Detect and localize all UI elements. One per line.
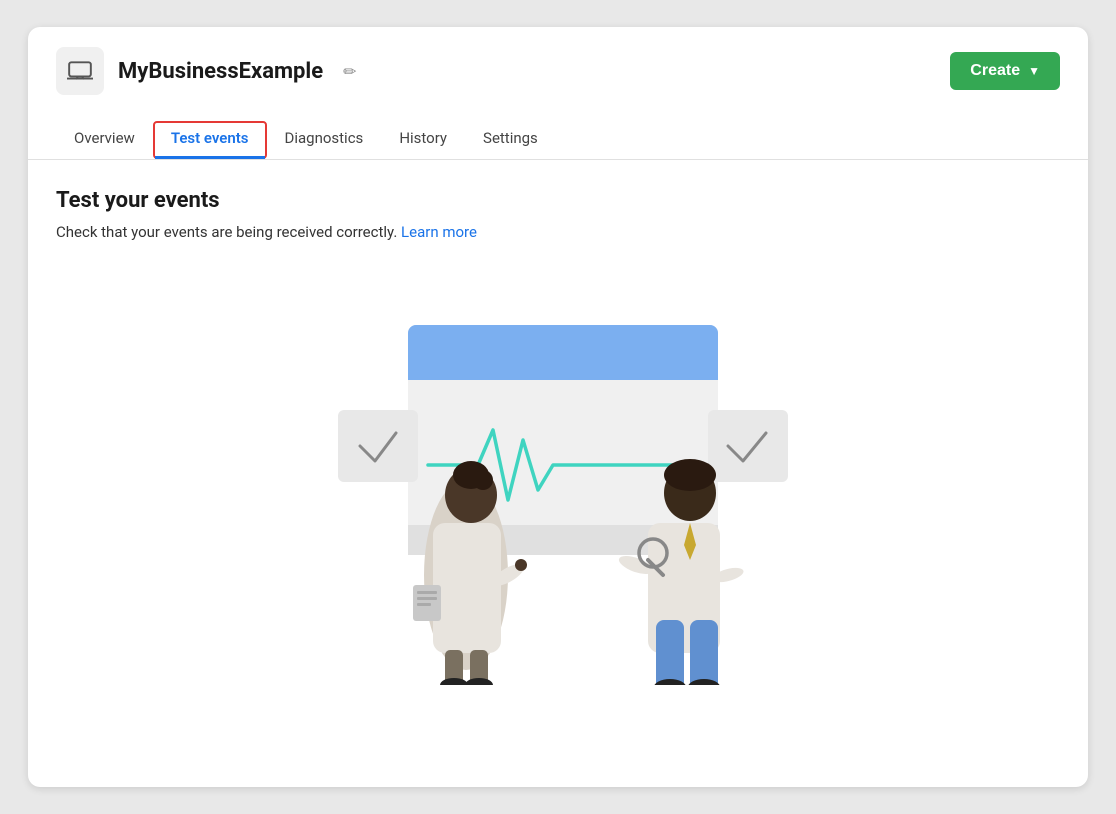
tab-overview[interactable]: Overview <box>56 121 153 159</box>
main-content: Test your events Check that your events … <box>28 160 1088 685</box>
app-name: MyBusinessExample <box>118 59 323 84</box>
page-subtitle: Check that your events are being receive… <box>56 223 1060 241</box>
page-title: Test your events <box>56 188 1060 213</box>
tab-history[interactable]: History <box>381 121 465 159</box>
nav-tabs: Overview Test events Diagnostics History… <box>28 105 1088 160</box>
create-button[interactable]: Create ▼ <box>950 52 1060 90</box>
create-button-label: Create <box>970 62 1020 80</box>
edit-icon[interactable]: ✏ <box>343 62 356 81</box>
tab-settings[interactable]: Settings <box>465 121 556 159</box>
main-card: MyBusinessExample ✏ Create ▼ Overview Te… <box>28 27 1088 787</box>
header-left: MyBusinessExample ✏ <box>56 47 357 95</box>
tab-diagnostics[interactable]: Diagnostics <box>267 121 382 159</box>
learn-more-link[interactable]: Learn more <box>401 223 477 241</box>
app-icon <box>56 47 104 95</box>
illustration-svg <box>218 265 898 685</box>
laptop-icon <box>67 58 93 84</box>
illustration <box>56 265 1060 685</box>
tab-test-events[interactable]: Test events <box>153 121 267 159</box>
header: MyBusinessExample ✏ Create ▼ <box>28 27 1088 95</box>
chevron-down-icon: ▼ <box>1028 64 1040 78</box>
